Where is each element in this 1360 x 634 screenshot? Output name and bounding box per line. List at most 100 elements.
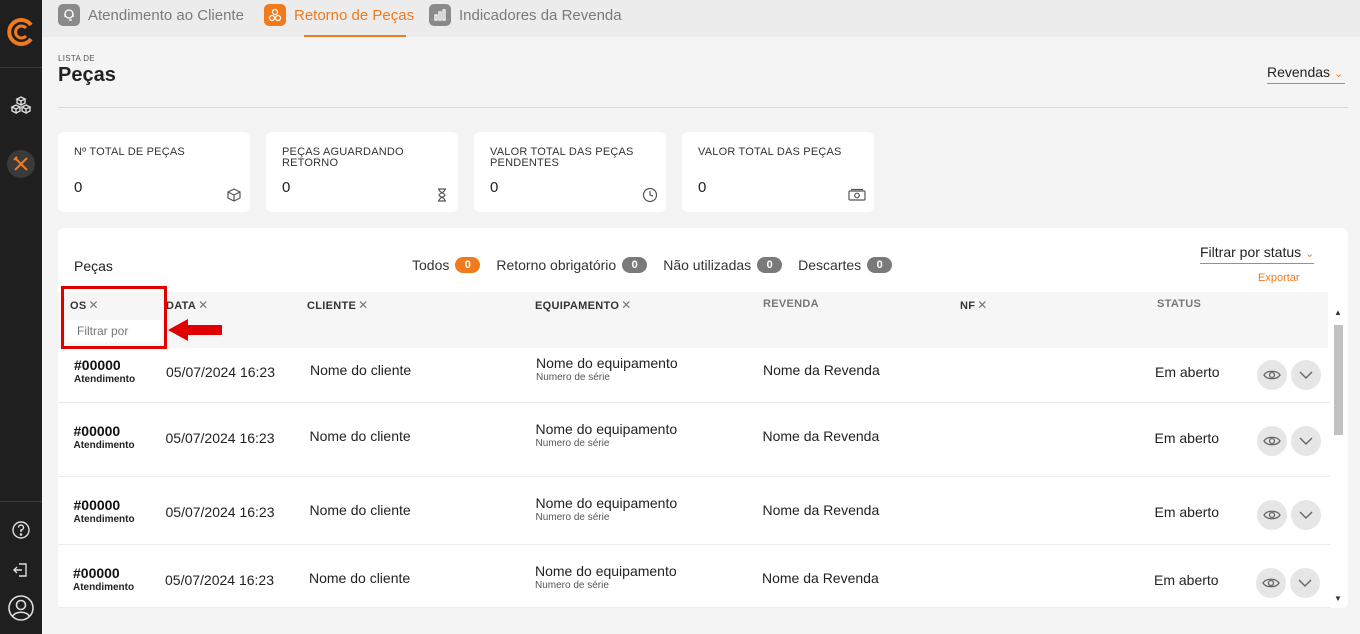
os-number: #00000 (73, 497, 121, 513)
view-button[interactable] (1256, 568, 1286, 598)
client-cell: Nome do cliente (309, 502, 411, 518)
equipment-name: Nome do equipamento (535, 421, 678, 437)
chevron-down-icon: ⌄ (1305, 248, 1315, 260)
card-label: Nº TOTAL DE PEÇAS (74, 146, 185, 158)
tab-label: Retorno de Peças (294, 7, 415, 24)
revenda-cell: Nome da Revenda (762, 428, 880, 444)
column-label: CLIENTE (307, 300, 357, 312)
filter-descartes[interactable]: Descartes 0 (798, 257, 893, 273)
view-button[interactable] (1256, 426, 1287, 456)
view-button[interactable] (1256, 500, 1287, 530)
expand-row-button[interactable] (1290, 426, 1321, 456)
equipment-cell: Nome do equipamento Numero de série (536, 421, 678, 449)
sidebar (0, 0, 42, 634)
card-value: 0 (74, 179, 83, 196)
chevron-down-icon (1299, 371, 1313, 379)
cubes-icon[interactable] (7, 92, 35, 120)
user-icon[interactable] (7, 594, 35, 622)
money-icon (848, 188, 866, 201)
view-button[interactable] (1257, 360, 1287, 390)
parts-return-icon (264, 4, 286, 26)
filter-label: Não utilizadas (663, 257, 752, 273)
os-cell: #00000 Atendimento (74, 423, 135, 451)
count-badge: 0 (455, 257, 481, 273)
table-row[interactable]: #00000 Atendimento 05/07/2024 16:23 Nome… (58, 477, 1330, 545)
eye-icon (1262, 510, 1281, 520)
column-label: EQUIPAMENTO (535, 300, 620, 312)
export-link[interactable]: Exportar (1258, 272, 1300, 284)
revenda-cell: Nome da Revenda (763, 362, 880, 378)
date-cell: 05/07/2024 16:23 (165, 430, 275, 446)
tools-icon[interactable] (7, 150, 35, 178)
revenda-cell: Nome da Revenda (762, 502, 880, 518)
help-icon[interactable] (7, 516, 35, 544)
filter-retorno-obrigatorio[interactable]: Retorno obrigatório 0 (496, 257, 648, 273)
active-tab-indicator (304, 35, 406, 37)
eye-icon (1263, 370, 1281, 380)
annotation-arrow-icon (168, 319, 222, 341)
column-label: STATUS (1157, 298, 1202, 310)
revendas-dropdown[interactable]: Revendas ⌄ (1267, 64, 1345, 84)
expand-row-button[interactable] (1290, 500, 1321, 530)
close-icon[interactable]: ✕ (621, 298, 631, 312)
column-label: DATA (166, 300, 197, 312)
column-nf[interactable]: NF ✕ (960, 298, 988, 312)
clock-icon (642, 187, 658, 203)
revendas-label: Revendas (1267, 64, 1331, 80)
serial-number: Numero de série (535, 438, 610, 449)
close-icon[interactable]: ✕ (358, 298, 368, 312)
filter-status-dropdown[interactable]: Filtrar por status ⌄ (1200, 244, 1315, 264)
expand-row-button[interactable] (1290, 568, 1320, 598)
top-tabs-bar: Atendimento ao Cliente Retorno de Peças … (42, 0, 1360, 37)
column-cliente[interactable]: CLIENTE ✕ (307, 298, 369, 312)
tab-atendimento[interactable]: Atendimento ao Cliente (58, 4, 244, 37)
tab-label: Indicadores da Revenda (459, 7, 622, 24)
table-row[interactable]: #00000 Atendimento 05/07/2024 16:23 Nome… (58, 349, 1330, 403)
date-cell: 05/07/2024 16:23 (165, 504, 275, 520)
serial-number: Numero de série (536, 372, 610, 383)
status-cell: Em aberto (1154, 504, 1220, 520)
close-icon[interactable]: ✕ (977, 298, 987, 312)
column-status[interactable]: STATUS (1157, 298, 1201, 310)
card-value: 0 (698, 179, 707, 196)
card-valor-pendentes: VALOR TOTAL DAS PEÇAS PENDENTES 0 (474, 132, 666, 212)
table-row[interactable]: #00000 Atendimento 05/07/2024 16:23 Nome… (58, 545, 1330, 608)
scrollbar-thumb[interactable] (1334, 325, 1343, 435)
company-logo-icon[interactable] (5, 16, 37, 48)
status-cell: Em aberto (1154, 572, 1219, 588)
count-badge: 0 (622, 257, 648, 273)
equipment-cell: Nome do equipamento Numero de série (536, 495, 678, 523)
os-number: #00000 (73, 565, 120, 581)
table-scrollbar[interactable]: ▲ ▼ (1330, 308, 1346, 608)
filter-label: Retorno obrigatório (496, 257, 617, 273)
column-equipamento[interactable]: EQUIPAMENTO ✕ (535, 298, 632, 312)
page-title: Peças (58, 64, 116, 86)
chart-bars-icon (429, 4, 451, 26)
scroll-up-icon[interactable]: ▲ (1334, 308, 1342, 317)
panel-title: Peças (74, 258, 113, 274)
scroll-down-icon[interactable]: ▼ (1334, 594, 1342, 603)
logout-icon[interactable] (7, 556, 35, 584)
os-cell: #00000 Atendimento (74, 357, 135, 385)
expand-row-button[interactable] (1291, 360, 1321, 390)
client-cell: Nome do cliente (309, 428, 411, 444)
os-cell: #00000 Atendimento (74, 497, 135, 525)
card-total-pecas: Nº TOTAL DE PEÇAS 0 (58, 132, 250, 212)
tab-indicadores[interactable]: Indicadores da Revenda (429, 4, 622, 37)
chevron-down-icon (1299, 511, 1312, 519)
filter-nao-utilizadas[interactable]: Não utilizadas 0 (663, 257, 783, 273)
eye-icon (1262, 578, 1280, 588)
date-cell: 05/07/2024 16:23 (165, 572, 274, 588)
column-data[interactable]: DATA ✕ (166, 298, 208, 312)
card-value: 0 (282, 179, 291, 196)
filter-label: Todos (412, 257, 450, 273)
chevron-down-icon: ⌄ (1334, 68, 1344, 80)
close-icon[interactable]: ✕ (198, 298, 208, 312)
tab-retorno-pecas[interactable]: Retorno de Peças (264, 4, 414, 37)
sidebar-divider (0, 67, 42, 68)
column-revenda[interactable]: REVENDA (763, 298, 819, 310)
filter-todos[interactable]: Todos 0 (412, 257, 481, 273)
card-label: VALOR TOTAL DAS PEÇAS (698, 146, 842, 158)
table-row[interactable]: #00000 Atendimento 05/07/2024 16:23 Nome… (58, 403, 1330, 477)
card-valor-total: VALOR TOTAL DAS PEÇAS 0 (682, 132, 874, 212)
